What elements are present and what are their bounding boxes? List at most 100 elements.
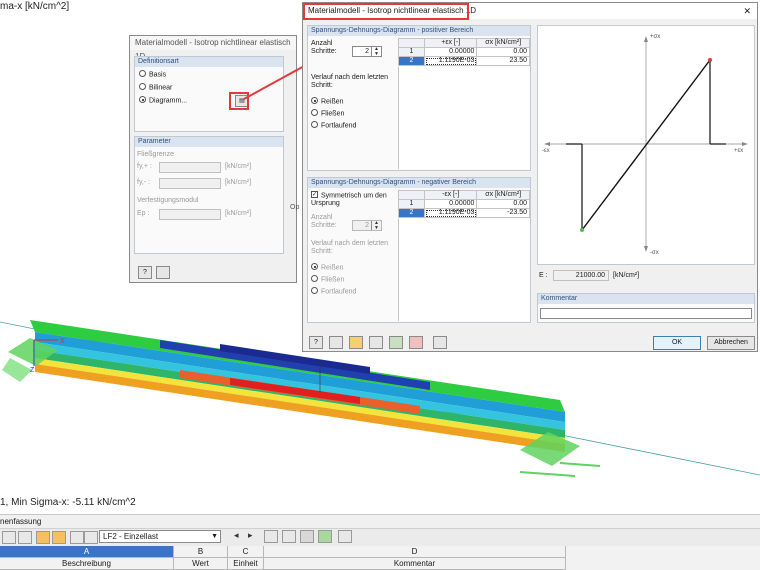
- radio-icon: [139, 70, 146, 77]
- positive-table: +εx [-] σx [kN/cm²] 1 0.00000 0.00 2 1.1190E…: [398, 38, 530, 66]
- open-icon[interactable]: [349, 336, 363, 349]
- print-icon[interactable]: [338, 530, 352, 543]
- yield-label: Fließgrenze: [137, 151, 174, 158]
- parameter-group-head: Parameter: [135, 137, 283, 147]
- table-row-selected: 2 1.1190E-03 -23.50: [398, 208, 530, 218]
- option-diagramm[interactable]: Diagramm...: [139, 96, 187, 104]
- status-min-sigma: 1, Min Sigma-x: -5.11 kN/cm^2: [0, 497, 136, 508]
- fy-minus-unit: [kN/cm²]: [225, 179, 252, 186]
- after-option-fliessen[interactable]: Fließen: [311, 109, 344, 117]
- symmetric-checkbox[interactable]: ✓ Symmetrisch um den Ursprung: [311, 191, 395, 208]
- positive-range-group: Spannungs-Dehnungs-Diagramm - positiver …: [307, 25, 531, 171]
- neg-col-eps-header: -εx [-]: [423, 190, 478, 200]
- col-name-a: Beschreibung: [0, 558, 174, 570]
- import-icon[interactable]: [389, 336, 403, 349]
- units-icon[interactable]: [156, 266, 170, 279]
- parameter-group: Parameter Fließgrenze fy,+ : [kN/cm²] fy…: [134, 136, 284, 254]
- svg-text:X: X: [60, 338, 65, 345]
- neg-col-sigma-header: σx [kN/cm²]: [476, 190, 530, 200]
- neg-steps-label: Anzahl Schritte:: [311, 214, 337, 229]
- save-icon[interactable]: [369, 336, 383, 349]
- stress-strain-diagram: +σx -σx -εx +εx: [537, 25, 755, 265]
- negative-range-head: Spannungs-Dehnungs-Diagramm - negativer …: [308, 178, 530, 188]
- toolbar-icon-1[interactable]: [2, 531, 16, 544]
- hardening-label: Verfestigungsmodul: [137, 197, 199, 204]
- close-icon[interactable]: ✕: [743, 3, 751, 19]
- fy-plus-input[interactable]: [159, 162, 221, 173]
- toolbar-icon-7[interactable]: [282, 530, 296, 543]
- table-row-selected: 2 1.1190E-03 23.50: [398, 56, 530, 66]
- toolbar-icon-5[interactable]: [70, 531, 84, 544]
- spin-arrows-icon[interactable]: ▲ ▼: [371, 47, 381, 56]
- option-bilinear[interactable]: Bilinear: [139, 83, 172, 91]
- panel-title: nenfassung: [0, 514, 760, 528]
- comment-head: Kommentar: [538, 294, 754, 304]
- comment-input[interactable]: [540, 308, 752, 319]
- col-letter-a[interactable]: A: [0, 546, 174, 558]
- fy-plus-label: fy,+ :: [137, 163, 152, 170]
- ep-input[interactable]: [159, 209, 221, 220]
- diagram-top-label: +σx: [650, 34, 661, 40]
- fy-minus-label: fy,- :: [137, 179, 151, 186]
- checkbox-checked-icon: ✓: [311, 191, 318, 198]
- ep-unit: [kN/cm²]: [225, 210, 252, 217]
- option-basis[interactable]: Basis: [139, 70, 166, 78]
- units-icon[interactable]: [329, 336, 343, 349]
- ep-label: Ep :: [137, 210, 150, 217]
- neg-after-step-label: Verlauf nach dem letzten Schritt:: [311, 240, 389, 255]
- col-name-d: Kommentar: [264, 558, 566, 570]
- neg-option-fliessen[interactable]: Fließen: [311, 275, 344, 283]
- col-name-b: Wert: [174, 558, 228, 570]
- col-name-c: Einheit: [228, 558, 264, 570]
- neg-steps-spinner[interactable]: 2 ▲ ▼: [352, 220, 382, 231]
- fy-minus-input[interactable]: [159, 178, 221, 189]
- toolbar-icon-8[interactable]: [300, 530, 314, 543]
- neg-option-fortlaufend[interactable]: Fortlaufend: [311, 287, 356, 295]
- radio-icon: [311, 109, 318, 116]
- radio-icon: [311, 275, 318, 282]
- cancel-button[interactable]: Abbrechen: [707, 336, 755, 350]
- front-dialog: Materialmodell - Isotrop nichtlinear ela…: [302, 2, 758, 352]
- e-modulus-field: 21000.00: [553, 270, 609, 281]
- col-letter-d[interactable]: D: [264, 546, 566, 558]
- comment-group: Kommentar: [537, 293, 755, 323]
- viewport-result-title: ma-x [kN/cm^2]: [0, 1, 70, 12]
- positive-range-head: Spannungs-Dehnungs-Diagramm - positiver …: [308, 26, 530, 36]
- toolbar-icon-6[interactable]: [84, 531, 98, 544]
- radio-selected-icon: [311, 97, 318, 104]
- corner-cell: [398, 190, 425, 200]
- col-letter-b[interactable]: B: [174, 546, 228, 558]
- chevron-down-icon: ▼: [211, 533, 218, 540]
- radio-icon: [311, 287, 318, 294]
- svg-text:Z: Z: [30, 367, 35, 374]
- op-stub-label: Op: [290, 204, 300, 211]
- toolbar-icon-2[interactable]: [18, 531, 32, 544]
- table-icon[interactable]: [433, 336, 447, 349]
- prev-icon[interactable]: ◂: [234, 530, 239, 541]
- diagram-bottom-label: -σx: [650, 250, 659, 256]
- radio-icon: [139, 83, 146, 90]
- help-icon[interactable]: ?: [138, 266, 152, 279]
- ok-button[interactable]: OK: [653, 336, 701, 350]
- radio-selected-icon: [139, 96, 146, 103]
- steps-spinner[interactable]: 2 ▲ ▼: [352, 46, 382, 57]
- e-modulus-unit: [kN/cm²]: [613, 272, 640, 279]
- neg-option-reissen[interactable]: Reißen: [311, 263, 344, 271]
- filter-icon[interactable]: [264, 530, 278, 543]
- excel-icon[interactable]: [318, 530, 332, 543]
- col-letter-c[interactable]: C: [228, 546, 264, 558]
- load-case-select[interactable]: LF2 - Einzellast ▼: [99, 530, 221, 543]
- after-option-fortlaufend[interactable]: Fortlaufend: [311, 121, 356, 129]
- next-icon[interactable]: ▸: [248, 530, 253, 541]
- diagram-left-label: -εx: [542, 148, 550, 154]
- grid-header: A Beschreibung B Wert C Einheit D Kommen…: [0, 546, 760, 570]
- toolbar-icon-4[interactable]: [52, 531, 66, 544]
- negative-table: -εx [-] σx [kN/cm²] 1 0.00000 0.00 2 1.1190E…: [398, 190, 530, 218]
- col-sigma-header: σx [kN/cm²]: [476, 38, 530, 48]
- after-step-label: Verlauf nach dem letzten Schritt:: [311, 74, 389, 89]
- after-option-reissen[interactable]: Reißen: [311, 97, 344, 105]
- radio-icon: [311, 121, 318, 128]
- toolbar-icon-3[interactable]: [36, 531, 50, 544]
- help-icon[interactable]: ?: [309, 336, 323, 349]
- export-icon[interactable]: [409, 336, 423, 349]
